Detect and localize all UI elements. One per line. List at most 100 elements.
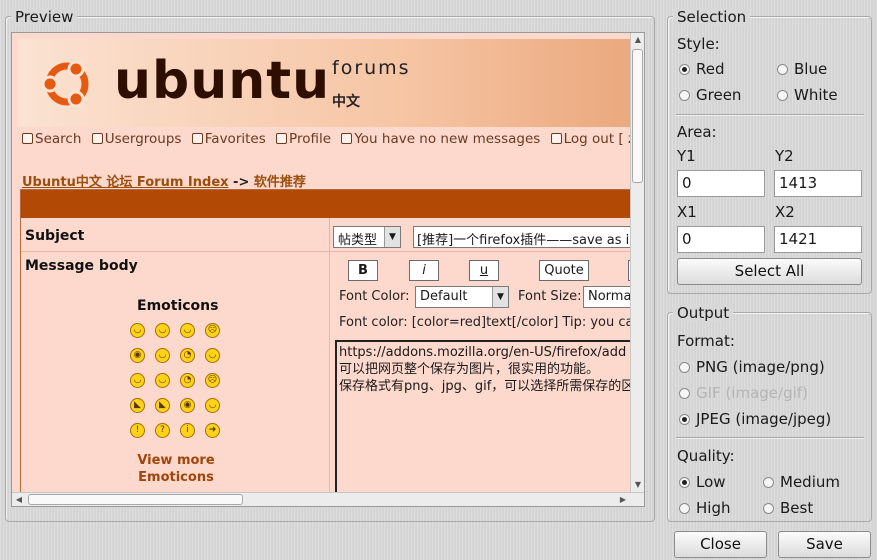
x1-input[interactable]: 0 [677,226,765,253]
style-blue-radio[interactable]: Blue [777,60,827,78]
emoticon-icon[interactable]: ◡ [180,323,195,338]
font-color-select[interactable]: Default ▼ [415,286,509,308]
y2-label: Y2 [775,147,794,165]
radio-label: PNG (image/png) [696,358,825,376]
vertical-scroll-thumb[interactable] [632,49,643,183]
usergroups-icon [91,133,103,144]
close-button[interactable]: Close [674,531,767,558]
output-group: Output Format: PNG (image/png) GIF (imag… [667,304,872,522]
y1-input[interactable]: 0 [677,170,765,197]
emoticon-icon[interactable]: ◉ [180,398,195,413]
emoticon-icon[interactable]: ☹ [205,323,220,338]
breadcrumb-forum-index[interactable]: Ubuntu中文 论坛 Forum Index [22,175,229,190]
message-line: https://addons.mozilla.org/en-US/firefox… [339,345,627,360]
radio-indicator [679,476,690,488]
nav-logout-label: Log out [ zł [563,131,639,147]
underline-button[interactable]: u [469,260,499,281]
style-label: Style: [677,35,720,53]
emoticon-icon[interactable]: ➜ [205,423,220,438]
emoticon-icon[interactable]: ! [130,423,145,438]
save-button[interactable]: Save [778,531,871,558]
radio-indicator [763,476,774,488]
style-green-radio[interactable]: Green [679,86,741,104]
format-label: Format: [677,332,735,350]
emoticon-icon[interactable]: ◔ [180,348,195,363]
preview-horizontal-scrollbar[interactable]: ◀ ▶ [12,492,644,506]
radio-label: High [696,499,731,517]
emoticon-icon[interactable]: ◡ [205,348,220,363]
emoticon-icon[interactable]: ◣ [130,398,145,413]
emoticon-icon[interactable]: ◡ [155,323,170,338]
style-red-radio[interactable]: Red [679,60,725,78]
style-white-radio[interactable]: White [777,86,838,104]
italic-button[interactable]: i [409,260,439,281]
nav-usergroups-label: Usergroups [104,131,182,147]
profile-icon [276,133,288,144]
emoticon-icon[interactable]: ☹ [205,373,220,388]
preview-vertical-scrollbar[interactable]: ▲ ▼ [630,33,644,506]
emoticon-icon[interactable]: ◉ [130,348,145,363]
radio-indicator [679,63,690,75]
forums-word: forums [332,57,411,79]
emoticon-icon[interactable]: i [180,423,195,438]
emoticon-icon[interactable]: ◔ [180,373,195,388]
emoticons-title: Emoticons [137,298,219,314]
nav-search[interactable]: Search [22,131,81,147]
emoticon-icon[interactable]: ◡ [155,373,170,388]
nav-favorites[interactable]: Favorites [191,131,266,147]
emoticon-icon[interactable]: ◡ [130,373,145,388]
message-body-textarea[interactable]: https://addons.mozilla.org/en-US/firefox… [335,340,645,506]
quality-low-radio[interactable]: Low [679,473,726,491]
view-more-emoticons-link[interactable]: View more Emoticons [121,452,231,486]
emoticon-icon[interactable]: ? [155,423,170,438]
quality-medium-radio[interactable]: Medium [763,473,840,491]
scroll-right-icon[interactable]: ▶ [616,493,630,506]
emoticon-icon[interactable]: ◡ [130,323,145,338]
radio-label: Best [780,499,814,517]
preview-legend: Preview [11,8,78,26]
quote-button[interactable]: Quote [539,260,589,281]
emoticon-icon[interactable]: ◡ [205,398,220,413]
scroll-left-icon[interactable]: ◀ [12,493,26,506]
radio-label: Blue [794,60,828,78]
post-type-select[interactable]: 帖类型 ▼ [333,226,401,248]
format-jpeg-radio[interactable]: JPEG (image/jpeg) [679,410,831,428]
quality-best-radio[interactable]: Best [763,499,813,517]
nav-logout[interactable]: Log out [ zł [550,131,639,147]
post-form: Subject 帖类型 ▼ [推荐]一个firefox插件——save as i… [20,189,645,506]
x1-label: X1 [677,203,697,221]
radio-label: Red [696,60,725,78]
nav-messages-label: You have no new messages [354,131,541,147]
selection-group: Selection Style: Red Blue Green White Ar… [667,8,872,294]
scroll-down-icon[interactable]: ▼ [631,478,644,492]
horizontal-scroll-thumb[interactable] [28,494,243,505]
emoticon-icon[interactable]: ◣ [155,398,170,413]
format-hint: Font color: [color=red]text[/color] Tip:… [339,315,634,330]
radio-label: Low [696,473,726,491]
subject-label: Subject [25,228,85,244]
preview-group: Preview ubuntu forums 中文 Search Usergrou… [5,8,655,522]
subject-input[interactable]: [推荐]一个firefox插件——save as ima [413,226,644,248]
forum-nav: Search Usergroups Favorites Profile You … [22,131,644,147]
nav-profile[interactable]: Profile [276,131,331,147]
message-line: 保存格式有png、jpg、gif，可以选择所需保存的区域 [339,379,645,394]
nav-usergroups[interactable]: Usergroups [91,131,182,147]
x2-input[interactable]: 1421 [774,226,862,253]
radio-indicator [777,89,788,101]
bold-button[interactable]: B [348,260,378,281]
radio-indicator [679,502,690,514]
emoticon-icon[interactable]: ◡ [155,348,170,363]
breadcrumb-current[interactable]: 软件推荐 [254,175,306,190]
select-all-button[interactable]: Select All [677,258,862,285]
y2-input[interactable]: 1413 [774,170,862,197]
scroll-up-icon[interactable]: ▲ [631,33,644,47]
selection-legend: Selection [673,8,751,26]
ubuntu-logo-icon [41,60,89,108]
nav-messages[interactable]: You have no new messages [341,131,540,147]
quality-high-radio[interactable]: High [679,499,730,517]
format-png-radio[interactable]: PNG (image/png) [679,358,825,376]
x2-label: X2 [775,203,795,221]
font-size-value: Normal [588,289,636,304]
search-icon [22,133,33,144]
preview-area[interactable]: ubuntu forums 中文 Search Usergroups Favor… [11,32,645,507]
